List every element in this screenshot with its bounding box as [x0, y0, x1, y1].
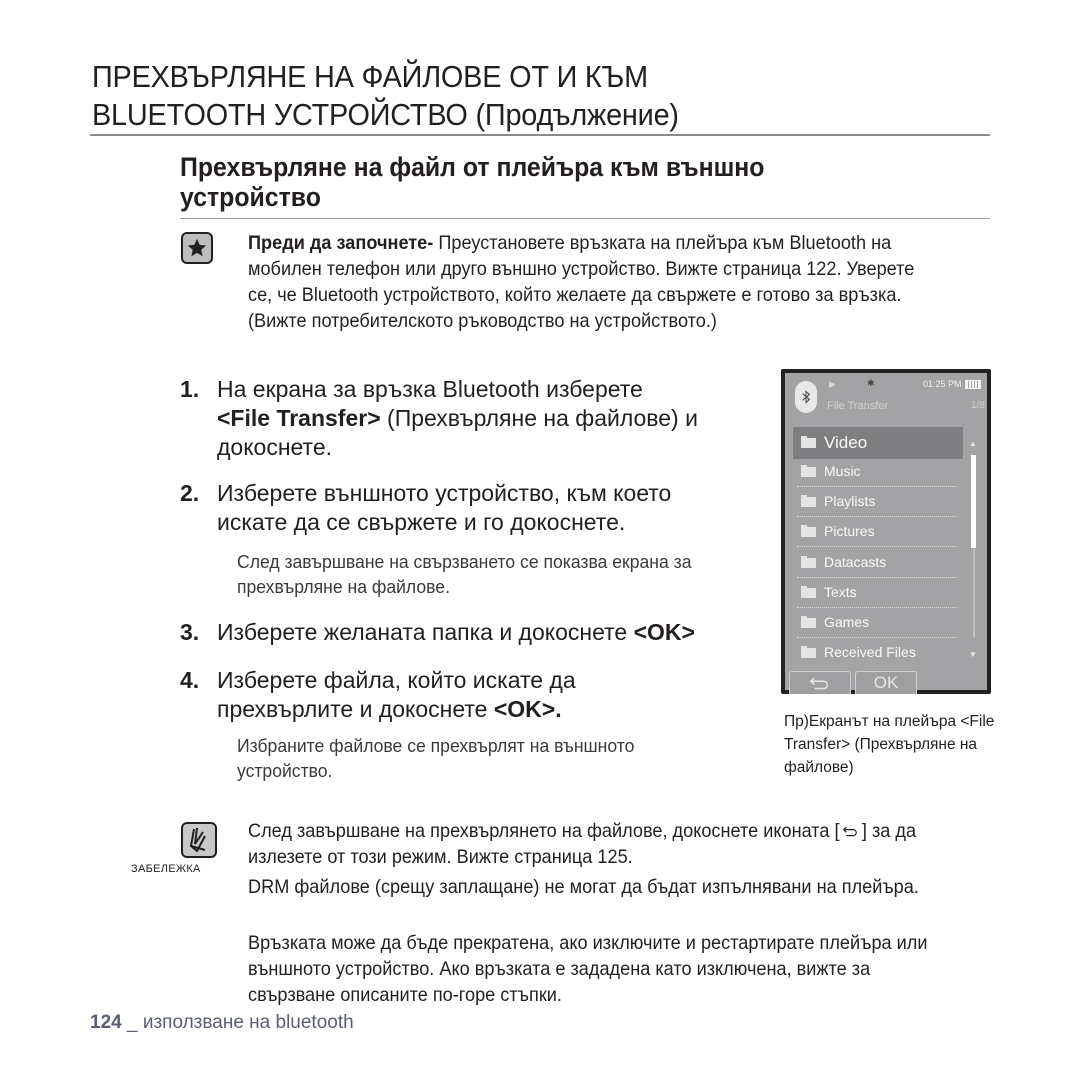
folder-icon — [801, 586, 816, 598]
step-text: Изберете желаната папка и докоснете — [217, 619, 634, 645]
note-item-1: След завършване на прехвърлянето на файл… — [248, 818, 941, 870]
scroll-down-icon[interactable]: ▼ — [969, 650, 977, 659]
page-footer: 124 _ използване на bluetooth — [90, 1012, 354, 1034]
step-number: 2. — [180, 480, 200, 506]
list-item-label: Pictures — [824, 523, 875, 539]
step-4-result: Избраните файлове се прехвърлят на външн… — [237, 735, 635, 781]
page-title-line1: ПРЕХВЪРЛЯНЕ НА ФАЙЛОВЕ ОТ И КЪМ — [92, 59, 649, 94]
page-title: ПРЕХВЪРЛЯНЕ НА ФАЙЛОВЕ ОТ И КЪМ BLUETOOT… — [92, 58, 929, 134]
folder-icon — [801, 616, 816, 628]
scroll-up-icon[interactable]: ▲ — [969, 439, 977, 448]
step-2: 2. Изберете външното устройство, към кое… — [180, 479, 760, 539]
before-start-label: Преди да започнете- — [248, 232, 434, 254]
section-divider — [180, 218, 990, 219]
step-4: 4. Изберете файла, който искате да прехв… — [180, 666, 760, 726]
section-title-line1: Прехвърляне на файл от плейъра към външн… — [180, 152, 765, 182]
play-status-icon: ▶ — [829, 379, 836, 389]
back-arrow-icon — [809, 676, 829, 689]
note-item-3: Връзката може да бъде прекратена, ако из… — [248, 932, 928, 1006]
back-arrow-icon — [840, 818, 862, 844]
status-time: 01:25 PM — [923, 379, 962, 389]
star-icon — [181, 232, 213, 264]
page-indicator: 1/8 — [971, 400, 985, 411]
note-item-2: DRM файлове (срещу заплащане) не могат д… — [248, 876, 919, 898]
battery-icon — [965, 380, 981, 389]
title-divider — [90, 134, 990, 136]
list-item-received-files[interactable]: Received Files — [793, 638, 963, 668]
list-item-label: Video — [824, 433, 868, 452]
row-divider — [797, 546, 957, 547]
list-item-video[interactable]: Video — [793, 428, 963, 458]
list-item-datacasts[interactable]: Datacasts — [793, 548, 963, 578]
step-3: 3. Изберете желаната папка и докоснете <… — [180, 618, 780, 648]
step-bold: <OK> — [633, 619, 695, 645]
list-item-label: Music — [824, 463, 861, 479]
list-item-label: Games — [824, 614, 870, 630]
step-2-result: След завършване на свързването се показв… — [237, 551, 692, 597]
list-item-label: Received Files — [824, 644, 916, 660]
scrollbar-thumb[interactable] — [971, 455, 976, 548]
list-item-playlists[interactable]: Playlists — [793, 487, 963, 517]
step-number: 1. — [180, 376, 200, 402]
list-item-music[interactable]: Music — [793, 457, 963, 487]
section-title-line2: устройство — [180, 182, 321, 212]
folder-icon — [801, 556, 816, 568]
ok-button[interactable]: OK — [855, 671, 917, 694]
note-pencil-icon — [181, 822, 217, 858]
list-item-games[interactable]: Games — [793, 608, 963, 638]
device-screen: ▶ ✱ 01:25 PM File Transfer 1/8 Video Mus… — [785, 373, 987, 694]
screenshot-caption: Пр)Екранът на плейъра <File Transfer> (П… — [784, 713, 995, 776]
step-number: 4. — [180, 667, 200, 693]
step-text: Изберете външното устройство, към което … — [217, 480, 672, 535]
section-title: Прехвърляне на файл от плейъра към външн… — [180, 152, 925, 212]
folder-icon — [801, 465, 816, 477]
step-number: 3. — [180, 619, 200, 645]
page-title-line2: BLUETOOTH УСТРОЙСТВО (Продължение) — [92, 97, 679, 132]
back-button[interactable] — [789, 671, 851, 694]
step-text: На екрана за връзка Bluetooth изберете — [217, 376, 643, 402]
list-item-label: Datacasts — [824, 554, 887, 570]
list-item-label: Texts — [824, 584, 857, 600]
folder-icon — [801, 436, 816, 448]
step-1: 1. На екрана за връзка Bluetooth изберет… — [180, 375, 760, 465]
note-text: След завършване на прехвърлянето на файл… — [248, 820, 840, 842]
list-item-label: Playlists — [824, 493, 876, 509]
device-screenshot: ▶ ✱ 01:25 PM File Transfer 1/8 Video Mus… — [781, 369, 991, 694]
screen-title: File Transfer — [827, 400, 889, 412]
bluetooth-status-icon: ✱ — [867, 378, 875, 388]
note-label: ЗАБЕЛЕЖКА — [131, 863, 201, 875]
page-number: 124 — [90, 1012, 122, 1033]
folder-icon — [801, 525, 816, 537]
footer-text: _ използване на bluetooth — [121, 1012, 354, 1033]
list-item-pictures[interactable]: Pictures — [793, 517, 963, 547]
before-start-note: Преди да започнете- Преустановете връзка… — [248, 230, 941, 334]
step-bold: <File Transfer> — [217, 405, 381, 431]
folder-icon — [801, 495, 816, 507]
folder-icon — [801, 646, 816, 658]
step-bold: <OK>. — [493, 696, 562, 722]
bluetooth-icon — [795, 381, 817, 413]
list-item-texts[interactable]: Texts — [793, 578, 963, 608]
